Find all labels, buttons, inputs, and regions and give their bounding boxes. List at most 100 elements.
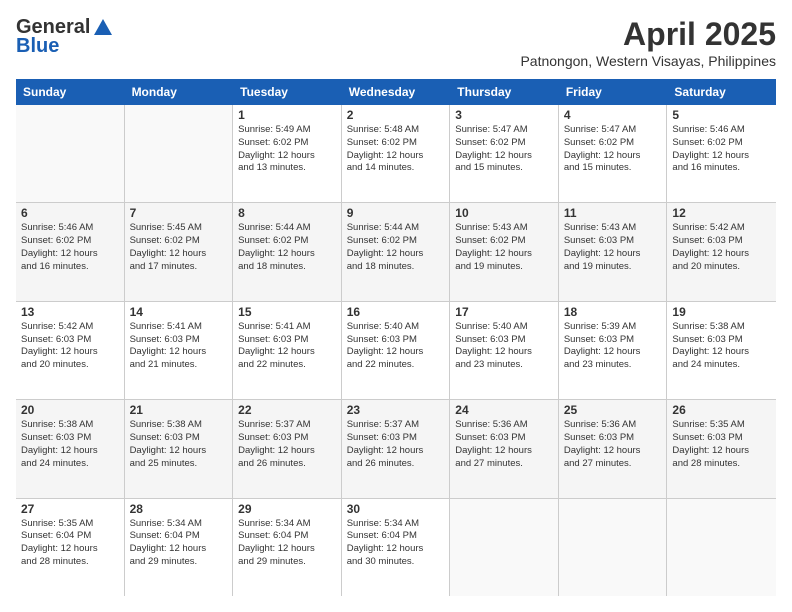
title-block: April 2025 Patnongon, Western Visayas, P…: [520, 16, 776, 69]
day-number: 2: [347, 108, 445, 122]
day-info: Sunrise: 5:44 AM Sunset: 6:02 PM Dayligh…: [347, 222, 445, 273]
day-number: 29: [238, 502, 336, 516]
day-number: 15: [238, 305, 336, 319]
day-number: 9: [347, 206, 445, 220]
calendar-cell: 2 Sunrise: 5:48 AM Sunset: 6:02 PM Daylig…: [342, 105, 451, 202]
calendar-cell: 27Sunrise: 5:35 AM Sunset: 6:04 PM Dayli…: [16, 499, 125, 596]
day-number: 28: [130, 502, 228, 516]
calendar-cell: [125, 105, 234, 202]
header-day-tuesday: Tuesday: [233, 79, 342, 105]
day-number: 25: [564, 403, 662, 417]
day-number: 12: [672, 206, 771, 220]
day-number: 22: [238, 403, 336, 417]
calendar-week-5: 27Sunrise: 5:35 AM Sunset: 6:04 PM Dayli…: [16, 499, 776, 596]
day-info: Sunrise: 5:38 AM Sunset: 6:03 PM Dayligh…: [21, 419, 119, 470]
day-info: Sunrise: 5:37 AM Sunset: 6:03 PM Dayligh…: [238, 419, 336, 470]
calendar-cell: 12 Sunrise: 5:42 AM Sunset: 6:03 PM Dayli…: [667, 203, 776, 300]
day-number: 26: [672, 403, 771, 417]
day-number: 14: [130, 305, 228, 319]
calendar-cell: 17 Sunrise: 5:40 AM Sunset: 6:03 PM Dayli…: [450, 302, 559, 399]
day-info: Sunrise: 5:38 AM Sunset: 6:03 PM Dayligh…: [130, 419, 228, 470]
day-number: 30: [347, 502, 445, 516]
calendar-cell: 3 Sunrise: 5:47 AM Sunset: 6:02 PM Daylig…: [450, 105, 559, 202]
calendar-cell: 5 Sunrise: 5:46 AM Sunset: 6:02 PM Daylig…: [667, 105, 776, 202]
calendar-cell: [559, 499, 668, 596]
calendar-cell: 21 Sunrise: 5:38 AM Sunset: 6:03 PM Dayli…: [125, 400, 234, 497]
calendar-cell: 25 Sunrise: 5:36 AM Sunset: 6:03 PM Dayli…: [559, 400, 668, 497]
day-info: Sunrise: 5:41 AM Sunset: 6:03 PM Dayligh…: [238, 321, 336, 372]
day-info: Sunrise: 5:46 AM Sunset: 6:02 PM Dayligh…: [21, 222, 119, 273]
calendar-cell: 24 Sunrise: 5:36 AM Sunset: 6:03 PM Dayli…: [450, 400, 559, 497]
day-number: 3: [455, 108, 553, 122]
calendar-week-4: 20 Sunrise: 5:38 AM Sunset: 6:03 PM Dayli…: [16, 400, 776, 498]
day-number: 20: [21, 403, 119, 417]
calendar-cell: [450, 499, 559, 596]
day-info: Sunrise: 5:36 AM Sunset: 6:03 PM Dayligh…: [455, 419, 553, 470]
calendar-week-3: 13Sunrise: 5:42 AM Sunset: 6:03 PM Dayli…: [16, 302, 776, 400]
day-number: 19: [672, 305, 771, 319]
day-info: Sunrise: 5:43 AM Sunset: 6:02 PM Dayligh…: [455, 222, 553, 273]
day-info: Sunrise: 5:38 AM Sunset: 6:03 PM Dayligh…: [672, 321, 771, 372]
day-info: Sunrise: 5:40 AM Sunset: 6:03 PM Dayligh…: [455, 321, 553, 372]
day-info: Sunrise: 5:40 AM Sunset: 6:03 PM Dayligh…: [347, 321, 445, 372]
day-number: 6: [21, 206, 119, 220]
day-info: Sunrise: 5:43 AM Sunset: 6:03 PM Dayligh…: [564, 222, 662, 273]
calendar-cell: 10 Sunrise: 5:43 AM Sunset: 6:02 PM Dayli…: [450, 203, 559, 300]
calendar-cell: 9 Sunrise: 5:44 AM Sunset: 6:02 PM Daylig…: [342, 203, 451, 300]
month-title: April 2025: [520, 16, 776, 53]
day-number: 1: [238, 108, 336, 122]
day-info: Sunrise: 5:35 AM Sunset: 6:04 PM Dayligh…: [21, 518, 119, 569]
calendar-cell: [667, 499, 776, 596]
day-info: Sunrise: 5:47 AM Sunset: 6:02 PM Dayligh…: [455, 124, 553, 175]
calendar: SundayMondayTuesdayWednesdayThursdayFrid…: [16, 79, 776, 596]
calendar-cell: 22 Sunrise: 5:37 AM Sunset: 6:03 PM Dayli…: [233, 400, 342, 497]
day-info: Sunrise: 5:48 AM Sunset: 6:02 PM Dayligh…: [347, 124, 445, 175]
day-info: Sunrise: 5:41 AM Sunset: 6:03 PM Dayligh…: [130, 321, 228, 372]
day-info: Sunrise: 5:34 AM Sunset: 6:04 PM Dayligh…: [238, 518, 336, 569]
header-day-saturday: Saturday: [667, 79, 776, 105]
day-info: Sunrise: 5:34 AM Sunset: 6:04 PM Dayligh…: [347, 518, 445, 569]
day-number: 5: [672, 108, 771, 122]
day-info: Sunrise: 5:39 AM Sunset: 6:03 PM Dayligh…: [564, 321, 662, 372]
calendar-cell: 1 Sunrise: 5:49 AM Sunset: 6:02 PM Daylig…: [233, 105, 342, 202]
logo-icon: [92, 17, 114, 39]
calendar-cell: 13Sunrise: 5:42 AM Sunset: 6:03 PM Dayli…: [16, 302, 125, 399]
day-number: 4: [564, 108, 662, 122]
calendar-cell: 19 Sunrise: 5:38 AM Sunset: 6:03 PM Dayli…: [667, 302, 776, 399]
header-day-wednesday: Wednesday: [342, 79, 451, 105]
calendar-week-2: 6 Sunrise: 5:46 AM Sunset: 6:02 PM Daylig…: [16, 203, 776, 301]
calendar-cell: 29 Sunrise: 5:34 AM Sunset: 6:04 PM Dayli…: [233, 499, 342, 596]
day-number: 24: [455, 403, 553, 417]
calendar-cell: 11Sunrise: 5:43 AM Sunset: 6:03 PM Dayli…: [559, 203, 668, 300]
header-day-thursday: Thursday: [450, 79, 559, 105]
calendar-cell: 8Sunrise: 5:44 AM Sunset: 6:02 PM Daylig…: [233, 203, 342, 300]
calendar-week-1: 1 Sunrise: 5:49 AM Sunset: 6:02 PM Daylig…: [16, 105, 776, 203]
day-info: Sunrise: 5:36 AM Sunset: 6:03 PM Dayligh…: [564, 419, 662, 470]
calendar-cell: 20 Sunrise: 5:38 AM Sunset: 6:03 PM Dayli…: [16, 400, 125, 497]
calendar-cell: 18 Sunrise: 5:39 AM Sunset: 6:03 PM Dayli…: [559, 302, 668, 399]
header-day-monday: Monday: [125, 79, 234, 105]
day-info: Sunrise: 5:37 AM Sunset: 6:03 PM Dayligh…: [347, 419, 445, 470]
calendar-cell: [16, 105, 125, 202]
calendar-cell: 7Sunrise: 5:45 AM Sunset: 6:02 PM Daylig…: [125, 203, 234, 300]
calendar-cell: 4Sunrise: 5:47 AM Sunset: 6:02 PM Daylig…: [559, 105, 668, 202]
header-day-sunday: Sunday: [16, 79, 125, 105]
day-number: 17: [455, 305, 553, 319]
logo-blue: Blue: [16, 35, 59, 58]
day-info: Sunrise: 5:42 AM Sunset: 6:03 PM Dayligh…: [21, 321, 119, 372]
calendar-header: SundayMondayTuesdayWednesdayThursdayFrid…: [16, 79, 776, 105]
day-number: 21: [130, 403, 228, 417]
header: General Blue April 2025 Patnongon, Weste…: [16, 16, 776, 69]
day-number: 16: [347, 305, 445, 319]
calendar-cell: 30 Sunrise: 5:34 AM Sunset: 6:04 PM Dayli…: [342, 499, 451, 596]
day-info: Sunrise: 5:46 AM Sunset: 6:02 PM Dayligh…: [672, 124, 771, 175]
day-info: Sunrise: 5:49 AM Sunset: 6:02 PM Dayligh…: [238, 124, 336, 175]
day-number: 10: [455, 206, 553, 220]
main-container: General Blue April 2025 Patnongon, Weste…: [0, 0, 792, 612]
subtitle: Patnongon, Western Visayas, Philippines: [520, 53, 776, 69]
logo: General Blue: [16, 16, 114, 58]
calendar-cell: 26 Sunrise: 5:35 AM Sunset: 6:03 PM Dayli…: [667, 400, 776, 497]
day-info: Sunrise: 5:42 AM Sunset: 6:03 PM Dayligh…: [672, 222, 771, 273]
day-number: 18: [564, 305, 662, 319]
day-info: Sunrise: 5:35 AM Sunset: 6:03 PM Dayligh…: [672, 419, 771, 470]
